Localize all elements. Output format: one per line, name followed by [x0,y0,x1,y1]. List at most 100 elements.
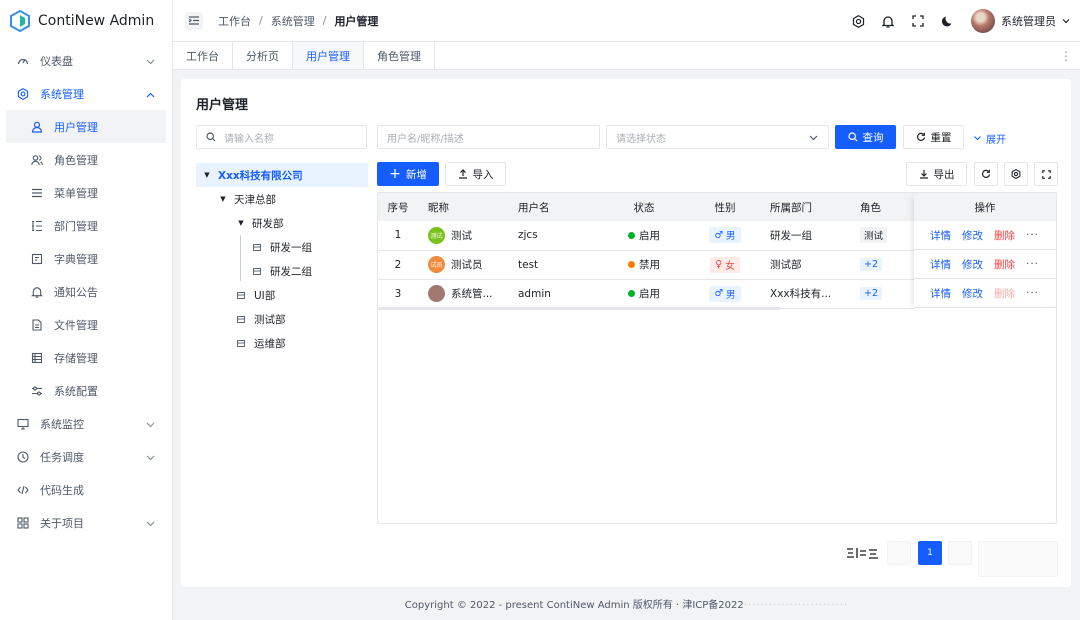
cell-username: zjcs [508,221,598,251]
sidebar-item-3[interactable]: 角色管理 [0,143,172,176]
copyright-text: Copyright © 2022 - present ContiNew Admi… [404,600,744,611]
tree-node[interactable]: ▼ 天津总部 [196,187,368,211]
tree-node[interactable]: 运维部 [196,331,368,355]
gender-tag: ♀ 女 [710,256,740,273]
sidebar-item-4[interactable]: 菜单管理 [0,176,172,209]
tree-connector-line [240,235,241,281]
delete-link[interactable]: 删除 [994,257,1015,272]
keyword-filter-input[interactable]: 用户名/昵称/描述 [377,125,600,149]
cell-status: 启用 [598,279,690,309]
table-fullscreen-button[interactable] [1034,162,1058,186]
column-settings-button[interactable] [1004,162,1028,186]
more-horizontal-icon[interactable]: ··· [1026,229,1039,241]
edit-link[interactable]: 修改 [962,228,983,243]
page-button-current[interactable]: 1 [918,541,942,565]
tree-node-label: 运维部 [254,337,286,350]
cell-nickname: 试员 测试员 [418,250,508,280]
sidebar-item-5[interactable]: 部门管理 [0,209,172,242]
tree-node[interactable]: UI部 [196,283,368,307]
cell-username: admin [508,279,598,309]
bell-icon[interactable] [881,14,895,28]
sidebar-item-label: 菜单管理 [54,186,98,200]
reset-button[interactable]: 重置 [903,125,964,149]
dept-icon [30,219,44,233]
tab-user-management[interactable]: 用户管理 [293,42,364,69]
export-button[interactable]: 导出 [906,162,967,186]
status-text: 启用 [639,229,660,242]
tree-node[interactable]: 研发一组 [196,235,368,259]
expand-filters-link[interactable]: 展开 [974,131,1006,146]
tree-node[interactable]: 测试部 [196,307,368,331]
next-page-button[interactable] [948,541,972,565]
delete-link[interactable]: 删除 [994,286,1015,301]
sidebar-item-1[interactable]: 系统管理 [0,77,172,110]
cell-username: test [508,250,598,280]
more-horizontal-icon[interactable]: ··· [1026,258,1039,270]
detail-link[interactable]: 详情 [930,257,951,272]
breadcrumb-item[interactable]: 系统管理 [271,13,315,29]
column-header-operations: 操作 [914,193,1056,221]
breadcrumb-item[interactable]: 工作台 [218,13,251,29]
sidebar-item-8[interactable]: 文件管理 [0,308,172,341]
more-vertical-icon[interactable]: ⋮ [1060,50,1072,62]
sidebar-item-6[interactable]: 字典管理 [0,242,172,275]
caret-down-icon[interactable]: ▼ [236,219,246,227]
import-button[interactable]: 导入 [445,162,506,186]
sidebar-item-label: 存储管理 [54,351,98,365]
status-select[interactable]: 请选择状态 [606,125,829,149]
caret-down-icon[interactable]: ▼ [202,171,212,179]
page-size-select[interactable] [978,541,1058,577]
edit-link[interactable]: 修改 [962,286,983,301]
moon-icon[interactable] [941,14,955,28]
fullscreen-icon[interactable] [911,14,925,28]
more-horizontal-icon[interactable]: ··· [1026,287,1039,299]
sidebar-item-7[interactable]: 通知公告 [0,275,172,308]
edit-link[interactable]: 修改 [962,257,983,272]
tree-node-label: 研发一组 [270,241,312,254]
add-user-label: 新增 [405,168,427,181]
query-button[interactable]: 查询 [835,125,896,149]
tree-node[interactable]: ▼ 研发部 [196,211,368,235]
prev-page-button[interactable] [887,541,911,565]
refresh-button[interactable] [974,162,998,186]
sidebar-item-2[interactable]: 用户管理 [6,110,166,143]
sidebar-item-14[interactable]: 关于项目 [0,506,172,539]
logo[interactable]: ContiNew Admin [0,0,172,42]
tree-search-placeholder: 请输入名称 [224,133,274,145]
sidebar-item-0[interactable]: 仪表盘 [0,44,172,77]
download-icon [919,170,928,179]
sidebar-item-10[interactable]: 系统配置 [0,374,172,407]
user-menu[interactable]: 系统管理员 [971,9,1070,33]
delete-link[interactable]: 删除 [994,228,1015,243]
sidebar-item-12[interactable]: 任务调度 [0,440,172,473]
operations-column: 操作 详情 修改 删除 ··· 详情 修改 删除 ··· 详情 修改 删除 ··· [914,193,1056,309]
collapse-menu-button[interactable] [185,11,203,30]
settings-icon[interactable] [851,14,865,28]
horizontal-scrollbar[interactable] [378,307,781,310]
cell-status: 禁用 [598,250,690,280]
sidebar-item-13[interactable]: 代码生成 [0,473,172,506]
tree-search-input[interactable]: 请输入名称 [196,125,367,149]
add-user-button[interactable]: + 新增 [377,162,439,186]
pagination-total [845,545,881,561]
sidebar-menu: 仪表盘 系统管理 用户管理 角色管理菜单管理部门管理 字典管理 通知公告 文件管理存储管理系… [0,42,172,539]
detail-link[interactable]: 详情 [930,286,951,301]
tab-role-management[interactable]: 角色管理 [364,42,435,69]
tree-node-label: 研发部 [252,217,284,230]
detail-link[interactable]: 详情 [930,228,951,243]
status-text: 禁用 [639,259,660,271]
role-tag: +2 [860,258,883,271]
tree-node[interactable]: ▼ Xxx科技有限公司 [196,163,368,187]
user-name: 系统管理员 [1001,15,1056,28]
bell-icon [30,285,44,299]
upload-icon [458,169,467,179]
app-title: ContiNew Admin [38,13,155,29]
tree-node[interactable]: 研发二组 [196,259,368,283]
tab-analysis[interactable]: 分析页 [233,42,293,69]
sidebar-item-9[interactable]: 存储管理 [0,341,172,374]
sidebar-item-11[interactable]: 系统监控 [0,407,172,440]
tab-workbench[interactable]: 工作台 [173,42,233,69]
status-dot [628,231,635,239]
caret-down-icon[interactable]: ▼ [218,195,228,203]
page-title: 用户管理 [196,98,249,113]
